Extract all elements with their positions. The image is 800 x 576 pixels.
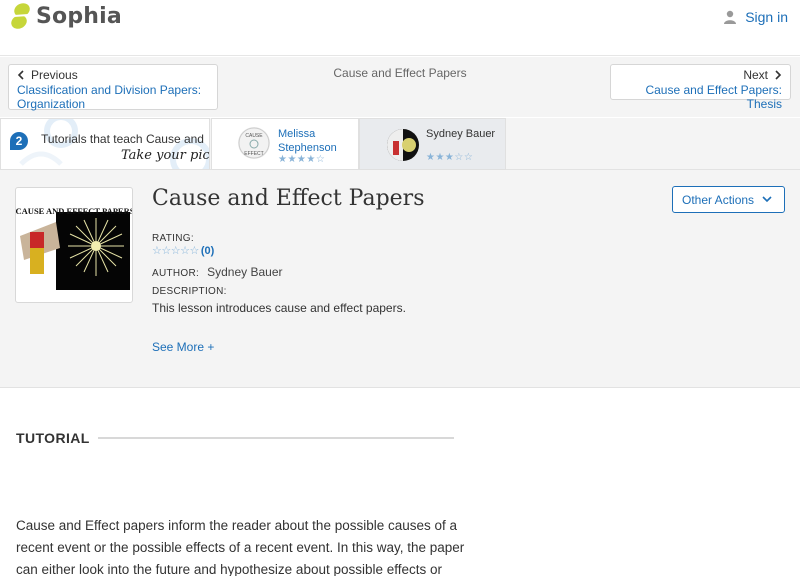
next-label: Next — [743, 68, 768, 82]
chevron-down-icon — [762, 196, 772, 203]
lesson-description: This lesson introduces cause and effect … — [152, 301, 406, 315]
tutorial-thumbnail: CAUSE EFFECT — [238, 127, 270, 159]
see-more-link[interactable]: See More + — [152, 340, 214, 354]
svg-text:EFFECT: EFFECT — [244, 151, 263, 157]
tutorial-body-line: recent event or the possible effects of … — [16, 540, 465, 555]
sophia-logo[interactable]: Sophia — [10, 3, 122, 29]
next-title: Cause and Effect Papers: Thesis — [645, 83, 782, 111]
lesson-details-panel: CAUSE AND EFFECT PAPERS Cause and Effect… — [0, 170, 800, 388]
next-lesson-link[interactable]: Next Cause and Effect Papers: Thesis — [610, 64, 791, 111]
author-name: Sydney Bauer — [207, 265, 283, 279]
tutorial-card-sydney[interactable]: Sydney Bauer ★★★☆☆ — [359, 118, 506, 170]
sign-in-button[interactable]: Sign in — [723, 9, 788, 25]
other-actions-label: Other Actions — [682, 192, 755, 207]
description-label: DESCRIPTION: — [152, 286, 227, 297]
tutorial-card-melissa[interactable]: CAUSE EFFECT Melissa Stephenson ★★★★☆ — [211, 118, 359, 170]
tutorial-body: Cause and Effect papers inform the reade… — [16, 515, 466, 576]
tutorials-strip: 2 Tutorials that teach Cause and Take yo… — [0, 118, 800, 170]
lesson-thumbnail: CAUSE AND EFFECT PAPERS — [15, 187, 133, 303]
tutorials-text: Tutorials that teach Cause and — [41, 132, 204, 146]
rating-stars-icon[interactable]: ☆☆☆☆☆ — [152, 244, 199, 257]
sign-in-label: Sign in — [745, 9, 788, 25]
lesson-navigation: Previous Classification and Division Pap… — [0, 57, 800, 117]
author-row: AUTHOR: Sydney Bauer — [152, 265, 283, 279]
logo-text: Sophia — [36, 3, 122, 29]
sophia-logo-icon — [10, 3, 32, 29]
thumbnail-caption: CAUSE AND EFFECT PAPERS — [16, 206, 133, 216]
tutorial-body-line: Cause and Effect papers inform the reade… — [16, 518, 458, 533]
rating-widget[interactable]: ☆☆☆☆☆ (0) — [152, 244, 215, 258]
next-label-row: Next — [619, 68, 782, 82]
lesson-title: Cause and Effect Papers — [152, 186, 425, 211]
heading-divider — [98, 437, 454, 439]
tutorial-heading: TUTORIAL — [16, 430, 90, 446]
svg-text:CAUSE: CAUSE — [245, 133, 263, 139]
site-header: Sophia Sign in — [0, 0, 800, 56]
tutorial-thumbnail — [387, 129, 419, 161]
chevron-right-icon — [775, 70, 782, 80]
author-label: AUTHOR: — [152, 268, 200, 279]
tutorial-rating-stars: ★★★☆☆ — [426, 152, 474, 163]
tutorial-author-name: Melissa Stephenson — [278, 128, 337, 154]
take-your-pick-panel: 2 Tutorials that teach Cause and Take yo… — [0, 118, 210, 170]
previous-title: Classification and Division Papers: Orga… — [17, 83, 202, 111]
tutorial-rating-stars: ★★★★☆ — [278, 154, 326, 165]
user-icon — [724, 10, 737, 24]
tutorial-count-badge: 2 — [10, 132, 28, 150]
take-your-pick-text: Take your pick: — [121, 148, 210, 163]
rating-label: RATING: — [152, 233, 194, 244]
rating-count: (0) — [200, 244, 215, 257]
other-actions-dropdown[interactable]: Other Actions — [672, 186, 785, 213]
tutorial-author-name: Sydney Bauer — [426, 128, 496, 140]
tutorial-body-line: can either look into the future and hypo… — [16, 562, 443, 576]
